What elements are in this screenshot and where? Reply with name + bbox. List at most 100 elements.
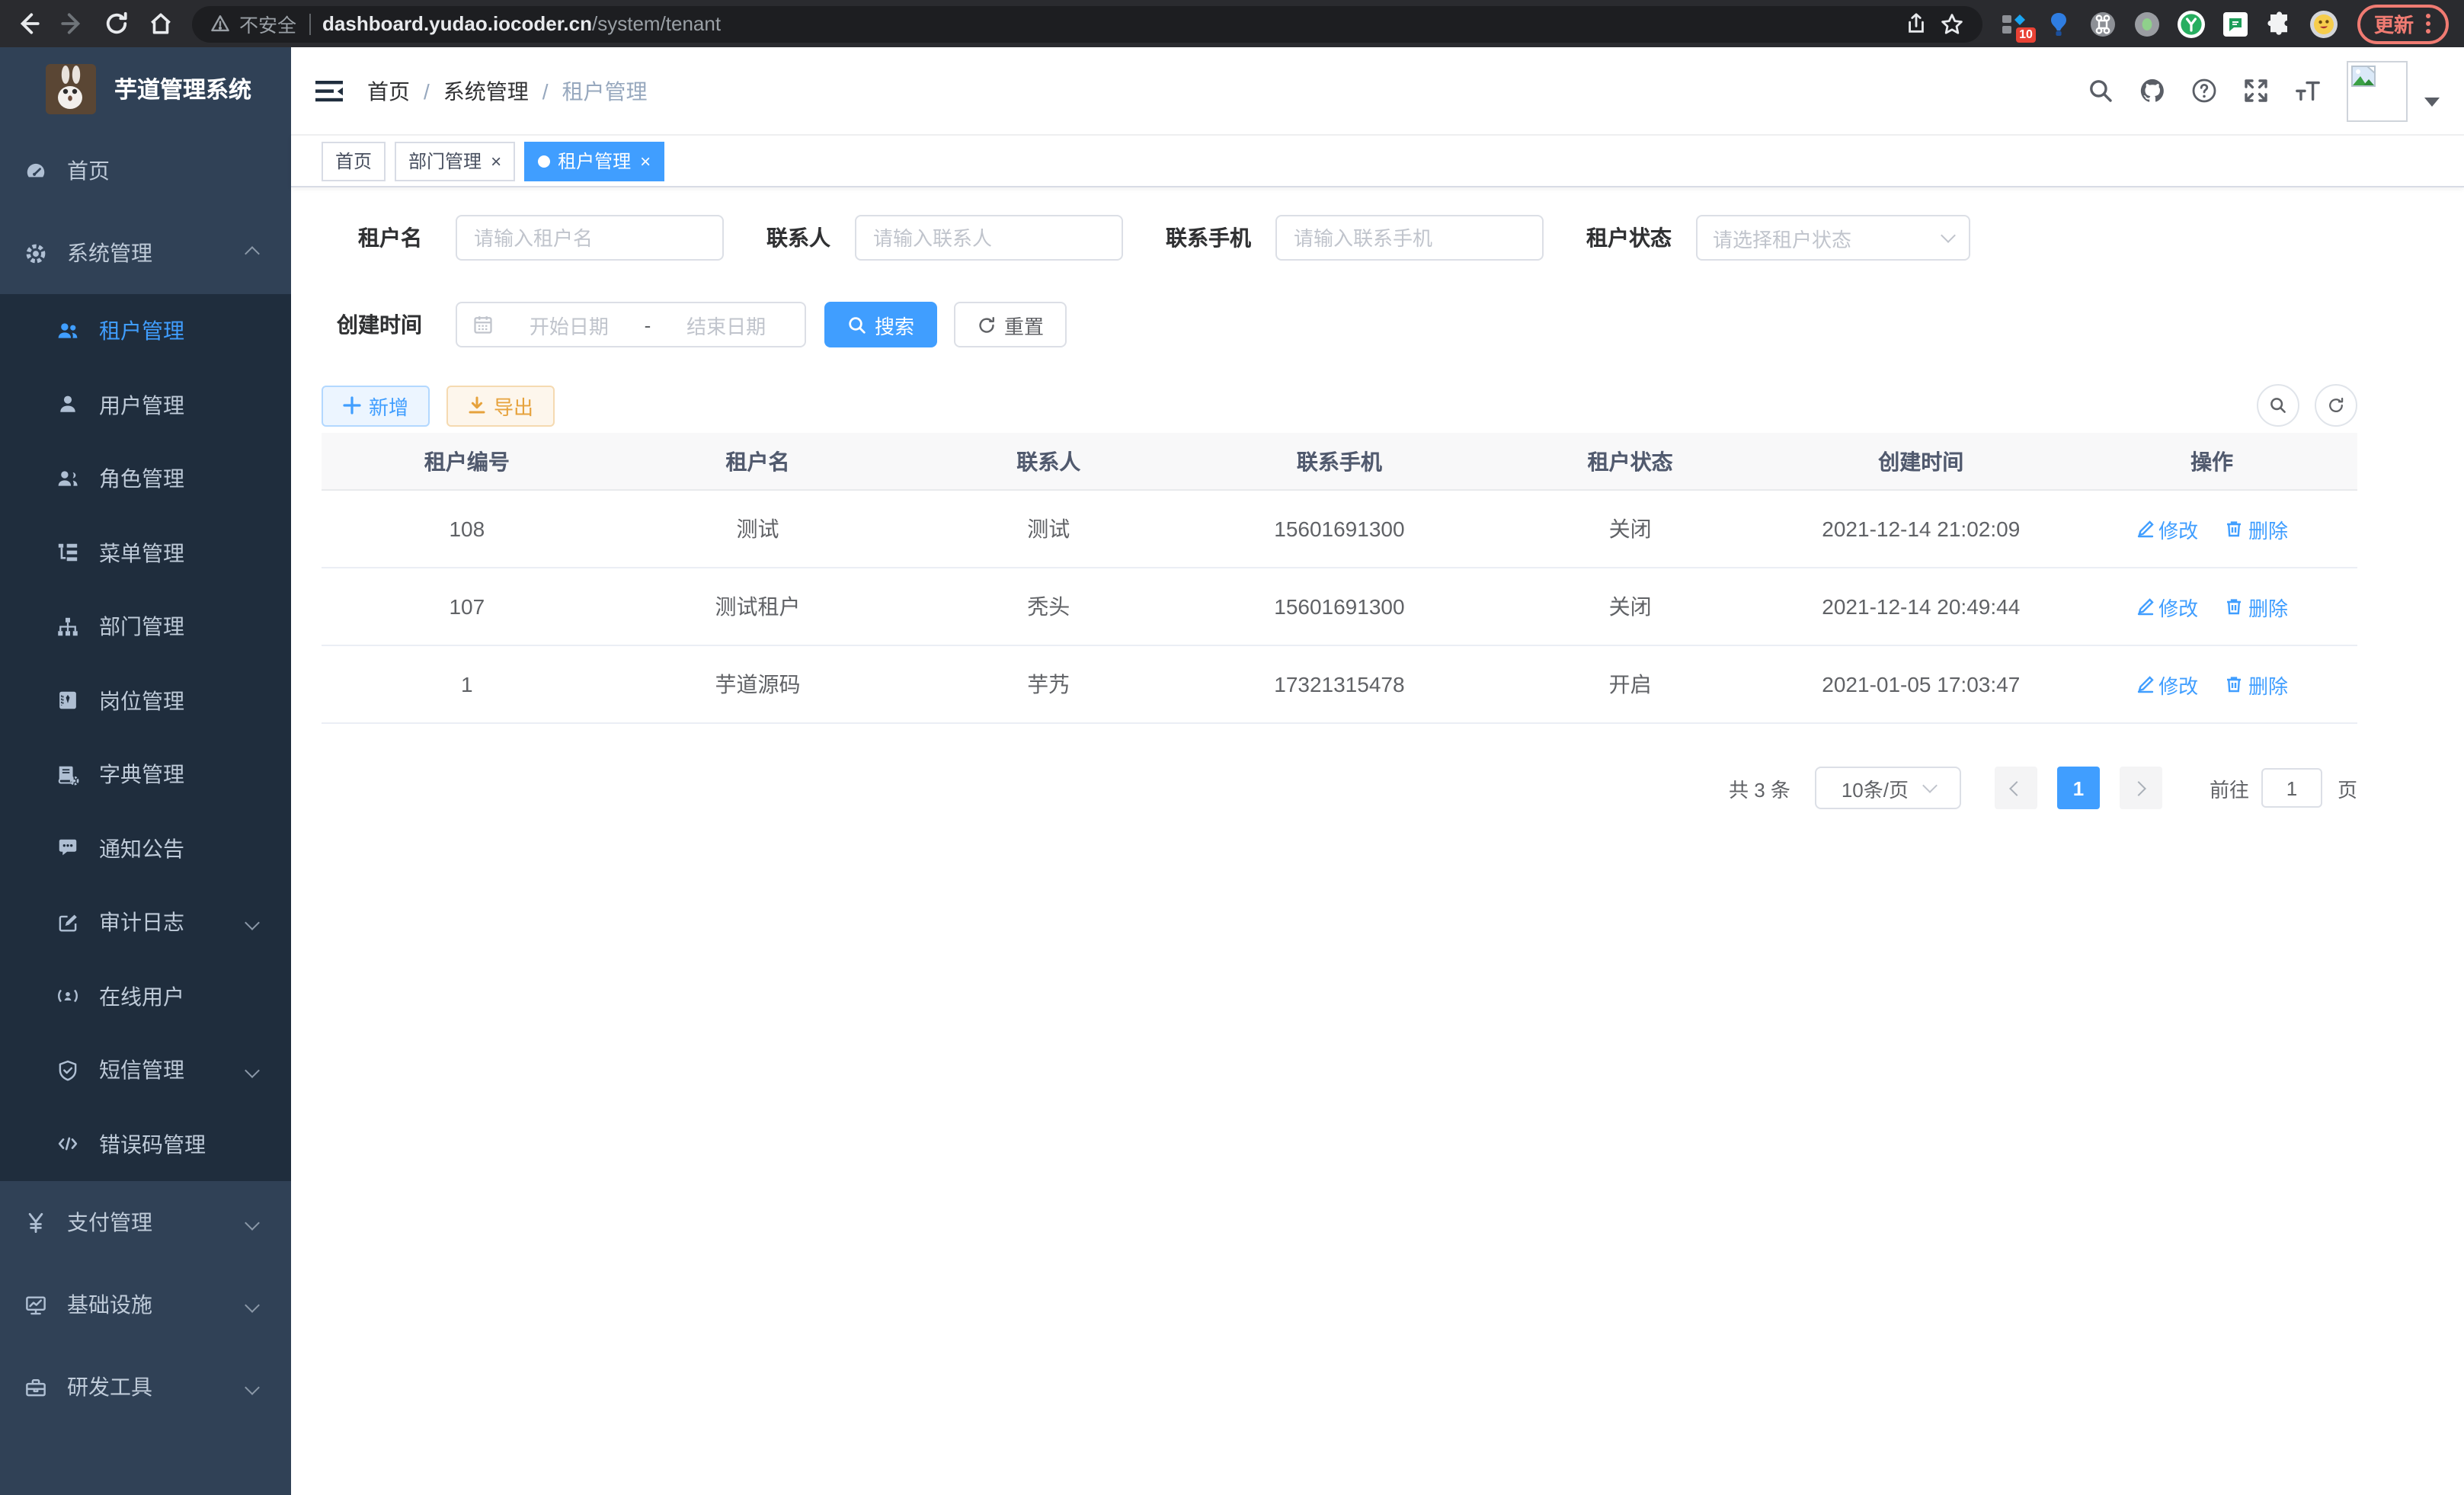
filter-row-2: 创建时间 开始日期 - 结束日期 搜索 重置	[322, 302, 2357, 347]
extensions-puzzle-icon[interactable]	[2266, 10, 2293, 37]
page-content: 租户名 联系人 联系手机 租户状态 请选择租户状态 创建时间	[291, 187, 2388, 837]
cell-status: 开启	[1485, 645, 1776, 723]
sidebar-item-system[interactable]: 系统管理	[0, 212, 291, 294]
page-number-current[interactable]: 1	[2057, 767, 2100, 809]
sidebar-item-tenant[interactable]: 租户管理	[0, 294, 291, 368]
delete-button[interactable]: 删除	[2226, 514, 2288, 543]
search-icon[interactable]	[2088, 78, 2114, 104]
sidebar-item-menu[interactable]: 菜单管理	[0, 516, 291, 590]
bookmark-star-icon[interactable]	[1940, 11, 1964, 36]
sidebar-item-error-code[interactable]: 错误码管理	[0, 1107, 291, 1181]
home-icon[interactable]	[148, 11, 174, 37]
edit-button[interactable]: 修改	[2136, 670, 2198, 699]
page-size-select[interactable]: 10条/页	[1815, 767, 1961, 809]
help-icon[interactable]	[2191, 78, 2217, 104]
sidebar-item-post[interactable]: 岗位管理	[0, 664, 291, 738]
fullscreen-icon[interactable]	[2243, 78, 2269, 104]
url-host: dashboard.yudao.iocoder.cn	[322, 12, 592, 35]
sidebar-item-online-user[interactable]: 在线用户	[0, 959, 291, 1033]
sidebar-item-label: 岗位管理	[99, 686, 184, 716]
badge-icon	[56, 690, 79, 712]
toggle-search-button[interactable]	[2257, 384, 2299, 427]
create-time-label: 创建时间	[322, 309, 422, 340]
add-button[interactable]: 新增	[322, 385, 430, 426]
tab-active-dot	[538, 155, 550, 167]
chrome-update-button[interactable]: 更新	[2357, 4, 2449, 43]
sidebar-item-notice[interactable]: 通知公告	[0, 812, 291, 885]
code-icon	[56, 1133, 79, 1156]
edit-button[interactable]: 修改	[2136, 592, 2198, 621]
font-size-icon[interactable]	[2295, 78, 2321, 104]
filter-row-1: 租户名 联系人 联系手机 租户状态 请选择租户状态	[322, 215, 2357, 261]
extension-icon-1[interactable]: 10	[2001, 10, 2028, 37]
extension-badge: 10	[2016, 27, 2036, 42]
export-button-label: 导出	[494, 391, 533, 420]
prev-page-button[interactable]	[1995, 767, 2037, 809]
date-range-picker[interactable]: 开始日期 - 结束日期	[456, 302, 806, 347]
back-icon[interactable]	[15, 11, 41, 37]
refresh-table-button[interactable]	[2315, 384, 2357, 427]
breadcrumb-current: 租户管理	[562, 75, 648, 106]
breadcrumb-system[interactable]: 系统管理	[443, 75, 529, 106]
delete-label: 删除	[2248, 514, 2288, 543]
share-icon[interactable]	[1905, 12, 1928, 35]
search-button[interactable]: 搜索	[824, 302, 937, 347]
sidebar-item-infra[interactable]: 基础设施	[0, 1263, 291, 1346]
sidebar-item-devtools[interactable]: 研发工具	[0, 1346, 291, 1428]
avatar-caret-icon[interactable]	[2424, 97, 2440, 106]
extension-icon-6[interactable]	[2222, 10, 2249, 37]
next-page-button[interactable]	[2120, 767, 2162, 809]
sidebar-item-audit-log[interactable]: 审计日志	[0, 885, 291, 959]
tenant-name-input[interactable]	[456, 215, 724, 261]
profile-avatar-icon[interactable]	[2310, 10, 2338, 37]
close-icon[interactable]: ×	[640, 152, 651, 170]
delete-button[interactable]: 删除	[2226, 592, 2288, 621]
sidebar-item-dept[interactable]: 部门管理	[0, 590, 291, 664]
cell-contact: 秃头	[903, 568, 1194, 645]
app-logo-row[interactable]: 芋道管理系统	[0, 47, 291, 130]
url-text[interactable]: dashboard.yudao.iocoder.cn/system/tenant	[322, 12, 721, 35]
status-select[interactable]: 请选择租户状态	[1696, 215, 1970, 261]
page-size-value: 10条/页	[1842, 773, 1909, 802]
sidebar-item-dict[interactable]: 字典管理	[0, 738, 291, 812]
cell-mobile: 15601691300	[1194, 568, 1485, 645]
tab-home[interactable]: 首页	[322, 141, 386, 181]
users-icon	[56, 320, 79, 343]
col-tenant-name: 租户名	[613, 433, 904, 490]
sidebar-item-user[interactable]: 用户管理	[0, 368, 291, 442]
sidebar-collapse-icon[interactable]	[315, 78, 343, 103]
goto-page-input[interactable]	[2261, 768, 2322, 808]
github-icon[interactable]	[2139, 78, 2165, 104]
reset-button[interactable]: 重置	[954, 302, 1067, 347]
extension-icon-2[interactable]	[2045, 10, 2072, 37]
sidebar-item-payment[interactable]: 支付管理	[0, 1181, 291, 1263]
search-icon	[847, 315, 867, 335]
sidebar-item-sms[interactable]: 短信管理	[0, 1033, 291, 1107]
chevron-down-icon	[245, 1297, 260, 1312]
sidebar-item-home[interactable]: 首页	[0, 130, 291, 212]
contact-input[interactable]	[855, 215, 1123, 261]
browser-toolbar: 不安全 dashboard.yudao.iocoder.cn/system/te…	[0, 0, 2464, 47]
tab-dept[interactable]: 部门管理 ×	[395, 141, 515, 181]
delete-button[interactable]: 删除	[2226, 670, 2288, 699]
mobile-input[interactable]	[1275, 215, 1544, 261]
close-icon[interactable]: ×	[491, 152, 501, 170]
forward-icon[interactable]	[59, 11, 85, 37]
export-button[interactable]: 导出	[446, 385, 555, 426]
security-status[interactable]: 不安全	[210, 9, 296, 38]
chevron-down-icon	[245, 1379, 260, 1394]
breadcrumb-home[interactable]: 首页	[367, 75, 410, 106]
warning-icon	[210, 14, 230, 34]
sidebar-item-role[interactable]: 角色管理	[0, 442, 291, 516]
extension-icon-4[interactable]	[2133, 10, 2161, 37]
avatar[interactable]	[2347, 60, 2408, 121]
address-bar[interactable]: 不安全 dashboard.yudao.iocoder.cn/system/te…	[192, 5, 1982, 42]
trash-icon	[2226, 675, 2244, 693]
tab-tenant[interactable]: 租户管理 ×	[524, 141, 664, 181]
gear-icon	[24, 242, 47, 264]
reload-icon[interactable]	[104, 11, 130, 37]
extension-icon-5[interactable]	[2178, 10, 2205, 37]
chrome-menu-icon[interactable]	[2426, 21, 2430, 26]
extension-icon-3[interactable]	[2089, 10, 2117, 37]
edit-button[interactable]: 修改	[2136, 514, 2198, 543]
